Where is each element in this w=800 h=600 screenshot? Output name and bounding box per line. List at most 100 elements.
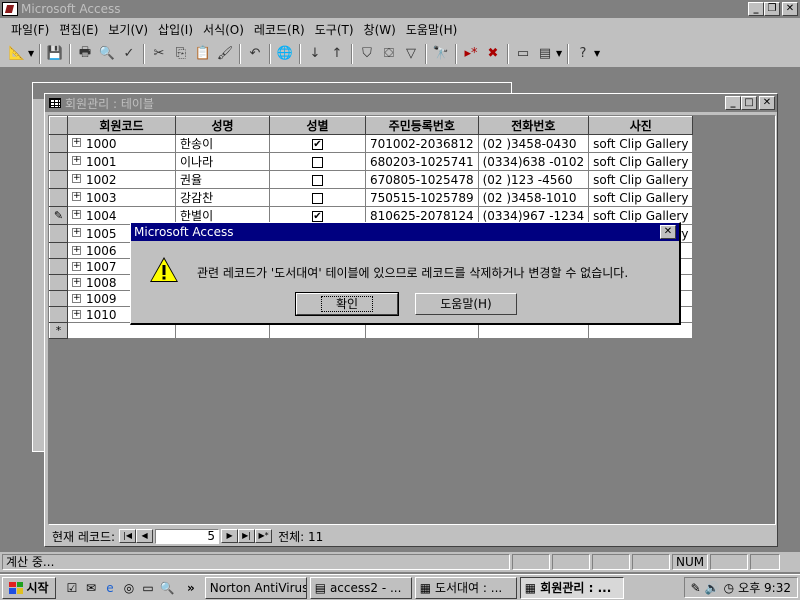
record-selector[interactable] xyxy=(49,274,68,291)
table-window-title-bar[interactable]: 회원관리 : 테이블 _ □ ✕ xyxy=(45,94,777,112)
expand-plus-icon[interactable]: + xyxy=(72,278,81,287)
expand-plus-icon[interactable]: + xyxy=(72,294,81,303)
filter-by-selection-icon[interactable]: ⛉ xyxy=(356,43,378,65)
design-view-icon[interactable]: 📐 xyxy=(6,43,28,65)
cell-code[interactable]: +1000 xyxy=(67,134,176,153)
cell-ssn[interactable]: 680203-1025741 xyxy=(365,152,479,171)
cell-ssn[interactable]: 750515-1025789 xyxy=(365,188,479,207)
record-number-input[interactable]: 5 xyxy=(155,528,220,544)
new-record-nav-icon[interactable]: ▶* xyxy=(255,529,273,543)
cell-code[interactable]: +1003 xyxy=(67,188,176,207)
column-header-ssn[interactable]: 주민등록번호 xyxy=(365,116,479,135)
quicklaunch-channel-icon[interactable]: ◎ xyxy=(121,580,137,596)
column-header-photo[interactable]: 사진 xyxy=(588,116,694,135)
menu-records[interactable]: 레코드(R) xyxy=(249,21,310,38)
quicklaunch-outlook-icon[interactable]: ✉ xyxy=(83,580,99,596)
cell-code[interactable]: +1002 xyxy=(67,170,176,189)
record-selector[interactable] xyxy=(49,224,68,243)
table-row[interactable]: +1001 이나라 680203-1025741 (0334)638 -0102 sof… xyxy=(49,152,694,171)
gender-checkbox[interactable]: ✔ xyxy=(312,138,323,150)
column-header-code[interactable]: 회원코드 xyxy=(67,116,176,135)
tray-speaker-icon[interactable]: 🔊 xyxy=(705,581,720,595)
sort-descending-icon[interactable]: ↑ xyxy=(326,43,348,65)
save-icon[interactable]: 💾 xyxy=(44,43,66,65)
gender-checkbox[interactable] xyxy=(312,174,323,186)
record-selector[interactable] xyxy=(49,306,68,323)
cell-name[interactable]: 권율 xyxy=(175,170,270,189)
cell-name[interactable]: 강감찬 xyxy=(175,188,270,207)
expand-plus-icon[interactable]: + xyxy=(72,262,81,271)
task-access2[interactable]: ▤ access2 - ... xyxy=(309,576,412,599)
access-app-icon[interactable] xyxy=(2,2,18,16)
cell-photo[interactable]: soft Clip Gallery xyxy=(588,152,694,171)
table-row[interactable]: +1003 강감찬 750515-1025789 (02 )3458-1010 soft… xyxy=(49,188,694,207)
menu-help[interactable]: 도움말(H) xyxy=(401,21,463,38)
record-selector[interactable] xyxy=(49,188,68,207)
cell-name[interactable]: 한송이 xyxy=(175,134,270,153)
minimize-button[interactable]: _ xyxy=(748,2,764,16)
sort-ascending-icon[interactable]: ↓ xyxy=(304,43,326,65)
cell-gender[interactable] xyxy=(269,188,366,207)
filter-by-form-icon[interactable]: ⛋ xyxy=(378,43,400,65)
menu-tools[interactable]: 도구(T) xyxy=(310,21,359,38)
record-selector[interactable] xyxy=(49,170,68,189)
apply-filter-icon[interactable]: ▽ xyxy=(400,43,422,65)
column-header-phone[interactable]: 전화번호 xyxy=(477,116,590,135)
expand-plus-icon[interactable]: + xyxy=(72,174,81,183)
taskbar-chevron[interactable]: » xyxy=(187,581,195,595)
table-row[interactable]: +1002 권율 670805-1025478 (02 )123 -4560 soft … xyxy=(49,170,694,189)
last-record-icon[interactable]: ▶| xyxy=(238,529,256,543)
record-selector[interactable] xyxy=(49,134,68,153)
cell-ssn[interactable]: 701002-2036812 xyxy=(365,134,479,153)
dialog-close-button[interactable]: ✕ xyxy=(660,225,676,239)
expand-plus-icon[interactable]: + xyxy=(72,228,81,237)
cell-gender[interactable]: ✔ xyxy=(269,134,366,153)
cell-photo[interactable]: soft Clip Gallery xyxy=(588,170,694,189)
table-close-button[interactable]: ✕ xyxy=(759,96,775,110)
cell-phone[interactable]: (02 )3458-0430 xyxy=(477,134,590,153)
print-icon[interactable]: 🖶 xyxy=(74,43,96,65)
task-member-table[interactable]: ▦ 회원관리 : ... xyxy=(519,576,624,599)
next-record-icon[interactable]: ▶ xyxy=(221,529,239,543)
menu-insert[interactable]: 삽입(I) xyxy=(153,21,198,38)
format-painter-icon[interactable]: 🖌 xyxy=(214,43,236,65)
hyperlink-icon[interactable]: 🌐 xyxy=(274,43,296,65)
ok-button[interactable]: 확인 xyxy=(295,292,399,316)
undo-icon[interactable]: ↶ xyxy=(244,43,266,65)
menu-edit[interactable]: 편집(E) xyxy=(54,21,103,38)
help-button[interactable]: 도움말(H) xyxy=(415,293,517,315)
expand-plus-icon[interactable]: + xyxy=(72,138,81,147)
quicklaunch-check-icon[interactable]: ☑ xyxy=(64,580,80,596)
restore-button[interactable]: ❐ xyxy=(764,2,780,16)
gender-checkbox[interactable]: ✔ xyxy=(312,210,323,222)
table-maximize-button[interactable]: □ xyxy=(741,96,757,110)
column-header-gender[interactable]: 성별 xyxy=(269,116,366,135)
assistant-dropdown-icon[interactable]: ▼ xyxy=(594,49,602,58)
cell-photo[interactable]: soft Clip Gallery xyxy=(588,188,694,207)
table-minimize-button[interactable]: _ xyxy=(725,96,741,110)
record-selector[interactable]: ✎ xyxy=(49,206,68,225)
quicklaunch-desktop-icon[interactable]: ▭ xyxy=(140,580,156,596)
dialog-title-bar[interactable]: Microsoft Access ✕ xyxy=(131,223,679,241)
task-book-rental[interactable]: ▦ 도서대여 : ... xyxy=(414,576,517,599)
database-window-icon[interactable]: ▭ xyxy=(512,43,534,65)
first-record-icon[interactable]: |◀ xyxy=(119,529,137,543)
quicklaunch-ie-icon[interactable]: e xyxy=(102,580,118,596)
cell-name[interactable]: 이나라 xyxy=(175,152,270,171)
delete-record-icon[interactable]: ✖ xyxy=(482,43,504,65)
print-preview-icon[interactable]: 🔍 xyxy=(96,43,118,65)
tray-scheduler-icon[interactable]: ◷ xyxy=(724,581,734,595)
cell-phone[interactable]: (0334)638 -0102 xyxy=(477,152,590,171)
record-selector[interactable] xyxy=(49,152,68,171)
cell-phone[interactable]: (02 )3458-1010 xyxy=(477,188,590,207)
spelling-icon[interactable]: ✓ xyxy=(118,43,140,65)
cell-ssn[interactable]: 670805-1025478 xyxy=(365,170,479,189)
find-icon[interactable]: 🔭 xyxy=(430,43,452,65)
cell-gender[interactable] xyxy=(269,170,366,189)
gender-checkbox[interactable] xyxy=(312,192,323,204)
new-record-icon[interactable]: ▸* xyxy=(460,43,482,65)
new-record-marker[interactable]: * xyxy=(49,322,68,339)
menu-view[interactable]: 보기(V) xyxy=(103,21,153,38)
new-object-dropdown-icon[interactable]: ▼ xyxy=(556,49,564,58)
clock[interactable]: 오후 9:32 xyxy=(738,579,791,596)
